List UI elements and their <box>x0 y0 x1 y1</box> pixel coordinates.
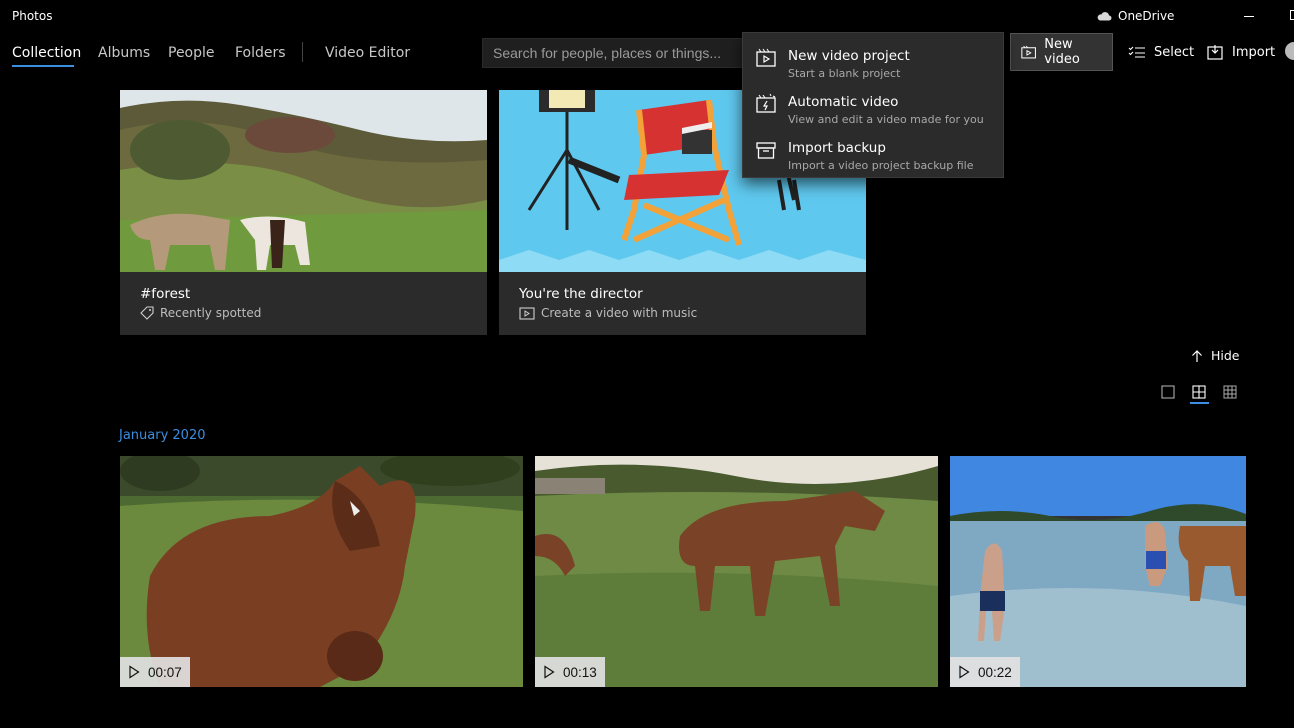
menu-item-subtitle: Import a video project backup file <box>788 159 974 172</box>
minimize-button[interactable] <box>1244 16 1254 17</box>
menu-item-automatic-video[interactable]: Automatic video View and edit a video ma… <box>743 83 1003 129</box>
select-label: Select <box>1154 44 1195 60</box>
forest-image <box>120 90 487 272</box>
import-button[interactable]: Import <box>1197 33 1285 71</box>
video-duration: 00:13 <box>563 664 597 680</box>
menu-item-import-backup[interactable]: Import backup Import a video project bac… <box>743 129 1003 175</box>
video-duration-badge: 00:13 <box>535 657 605 687</box>
cloud-icon <box>1097 12 1112 21</box>
menu-item-title: New video project <box>788 48 910 64</box>
archive-icon <box>756 142 776 159</box>
card-subtitle-row: Create a video with music <box>519 306 697 320</box>
onedrive-label: OneDrive <box>1118 9 1175 23</box>
hide-button[interactable]: Hide <box>1191 348 1240 363</box>
horse-closeup-image <box>120 456 523 687</box>
app-title: Photos <box>12 9 53 23</box>
import-label: Import <box>1232 44 1276 60</box>
play-icon <box>544 665 555 679</box>
tab-collection[interactable]: Collection <box>12 45 81 61</box>
tab-folders[interactable]: Folders <box>235 45 286 61</box>
view-single-button[interactable] <box>1158 382 1178 402</box>
avatar[interactable] <box>1285 42 1294 60</box>
select-button[interactable]: Select <box>1118 33 1204 71</box>
video-project-icon <box>756 48 776 67</box>
video-duration-badge: 00:07 <box>120 657 190 687</box>
new-video-label: New video <box>1044 37 1080 67</box>
menu-item-title: Import backup <box>788 140 886 156</box>
play-icon <box>129 665 140 679</box>
view-medium-grid-button[interactable] <box>1189 382 1209 402</box>
title-bar: Photos OneDrive <box>0 0 1294 34</box>
menu-item-subtitle: View and edit a video made for you <box>788 113 984 126</box>
card-title: You're the director <box>519 286 643 302</box>
video-thumbnail[interactable]: 00:07 <box>120 456 523 687</box>
tab-albums[interactable]: Albums <box>98 45 150 61</box>
tab-people[interactable]: People <box>168 45 215 61</box>
active-tab-indicator <box>12 65 74 67</box>
video-icon <box>1021 45 1036 59</box>
search-input[interactable] <box>483 39 751 67</box>
new-video-menu: New video project Start a blank project … <box>742 32 1004 178</box>
section-date-heading: January 2020 <box>119 428 206 443</box>
video-duration: 00:07 <box>148 664 182 680</box>
search-box[interactable] <box>482 38 752 68</box>
card-title: #forest <box>140 286 191 302</box>
new-video-button[interactable]: New video <box>1010 33 1113 71</box>
video-duration-badge: 00:22 <box>950 657 1020 687</box>
forest-thumbnail <box>120 90 487 272</box>
hide-label: Hide <box>1211 348 1240 363</box>
card-forest[interactable]: #forest Recently spotted <box>120 90 487 335</box>
tab-video-editor[interactable]: Video Editor <box>325 45 410 61</box>
small-grid-icon <box>1223 385 1237 399</box>
menu-item-subtitle: Start a blank project <box>788 67 901 80</box>
beach-horse-image <box>950 456 1246 687</box>
import-icon <box>1207 45 1223 60</box>
medium-grid-icon <box>1192 385 1206 399</box>
auto-video-icon <box>756 93 776 113</box>
video-thumbnail[interactable]: 00:22 <box>950 456 1246 687</box>
film-icon <box>519 307 535 320</box>
onedrive-button[interactable]: OneDrive <box>1096 9 1174 23</box>
arrow-up-icon <box>1192 349 1202 362</box>
card-subtitle: Create a video with music <box>541 306 698 320</box>
card-subtitle-row: Recently spotted <box>140 306 261 320</box>
menu-item-new-video-project[interactable]: New video project Start a blank project <box>743 37 1003 83</box>
menu-item-title: Automatic video <box>788 94 899 110</box>
view-small-grid-button[interactable] <box>1220 382 1240 402</box>
horse-walking-image <box>535 456 938 687</box>
nav-divider <box>302 42 303 62</box>
active-view-indicator <box>1190 402 1209 404</box>
maximize-button[interactable] <box>1290 10 1294 20</box>
tag-icon <box>140 306 154 320</box>
select-list-icon <box>1128 46 1145 58</box>
play-icon <box>959 665 970 679</box>
single-view-icon <box>1161 385 1175 399</box>
card-subtitle: Recently spotted <box>160 306 262 320</box>
video-duration: 00:22 <box>978 664 1012 680</box>
video-thumbnail[interactable]: 00:13 <box>535 456 938 687</box>
